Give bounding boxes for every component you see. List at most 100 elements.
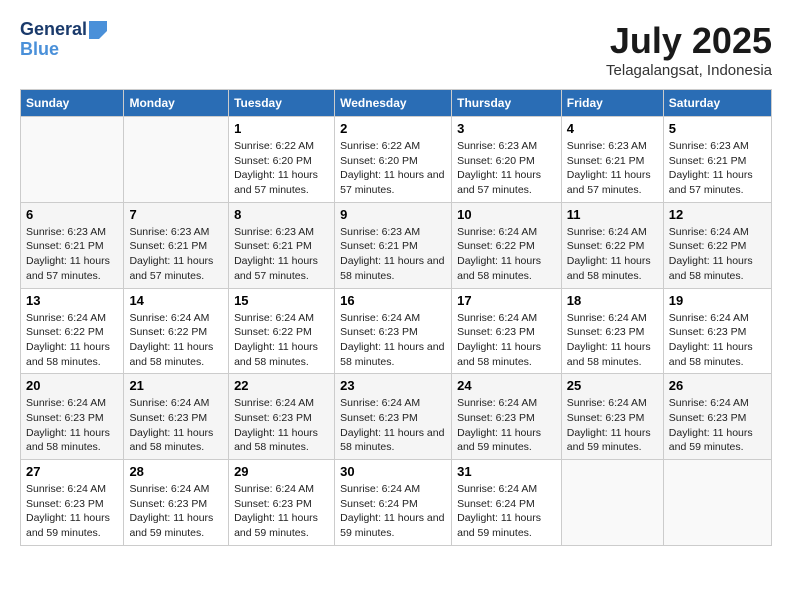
calendar-cell: 7Sunrise: 6:23 AMSunset: 6:21 PMDaylight… (124, 202, 229, 288)
logo: General Blue (20, 20, 107, 60)
calendar-cell: 19 Sunrise: 6:24 AMSunset: 6:23 PMDayligh… (663, 288, 771, 374)
day-info: Sunrise: 6:24 AMSunset: 6:24 PMDaylight:… (340, 482, 446, 541)
day-number: 27 (26, 464, 118, 479)
day-info: Sunrise: 6:22 AMSunset: 6:20 PMDaylight:… (234, 139, 329, 198)
day-number: 23 (340, 378, 446, 393)
day-number: 18 (567, 293, 658, 308)
day-header-thursday: Thursday (452, 90, 562, 117)
day-number: 29 (234, 464, 329, 479)
calendar-cell: 10Sunrise: 6:24 AMSunset: 6:22 PMDayligh… (452, 202, 562, 288)
calendar-cell: 28Sunrise: 6:24 AMSunset: 6:23 PMDayligh… (124, 460, 229, 546)
calendar-cell: 4 Sunrise: 6:23 AMSunset: 6:21 PMDaylight… (561, 117, 663, 203)
day-number: 21 (129, 378, 223, 393)
calendar-cell: 9 Sunrise: 6:23 AMSunset: 6:21 PMDaylight… (335, 202, 452, 288)
week-row-3: 13 Sunrise: 6:24 AMSunset: 6:22 PMDayligh… (21, 288, 772, 374)
logo-text-blue: Blue (20, 40, 59, 60)
day-number: 3 (457, 121, 556, 136)
day-info: Sunrise: 6:24 AMSunset: 6:23 PMDaylight:… (340, 396, 446, 455)
calendar-cell: 25Sunrise: 6:24 AMSunset: 6:23 PMDayligh… (561, 374, 663, 460)
day-info: Sunrise: 6:24 AMSunset: 6:22 PMDaylight:… (567, 225, 658, 284)
day-info: Sunrise: 6:24 AMSunset: 6:23 PMDaylight:… (26, 396, 118, 455)
day-header-tuesday: Tuesday (229, 90, 335, 117)
calendar-cell: 23 Sunrise: 6:24 AMSunset: 6:23 PMDayligh… (335, 374, 452, 460)
day-info: Sunrise: 6:24 AMSunset: 6:23 PMDaylight:… (26, 482, 118, 541)
day-header-sunday: Sunday (21, 90, 124, 117)
day-info: Sunrise: 6:23 AMSunset: 6:21 PMDaylight:… (669, 139, 766, 198)
week-row-1: 1Sunrise: 6:22 AMSunset: 6:20 PMDaylight… (21, 117, 772, 203)
calendar-cell: 22 Sunrise: 6:24 AMSunset: 6:23 PMDayligh… (229, 374, 335, 460)
day-number: 15 (234, 293, 329, 308)
day-number: 13 (26, 293, 118, 308)
calendar-cell: 6 Sunrise: 6:23 AMSunset: 6:21 PMDaylight… (21, 202, 124, 288)
week-row-4: 20 Sunrise: 6:24 AMSunset: 6:23 PMDayligh… (21, 374, 772, 460)
calendar-cell: 15 Sunrise: 6:24 AMSunset: 6:22 PMDayligh… (229, 288, 335, 374)
calendar-cell (124, 117, 229, 203)
day-number: 17 (457, 293, 556, 308)
calendar-cell: 16Sunrise: 6:24 AMSunset: 6:23 PMDayligh… (335, 288, 452, 374)
week-row-2: 6 Sunrise: 6:23 AMSunset: 6:21 PMDaylight… (21, 202, 772, 288)
day-info: Sunrise: 6:22 AMSunset: 6:20 PMDaylight:… (340, 139, 446, 198)
day-info: Sunrise: 6:23 AMSunset: 6:21 PMDaylight:… (234, 225, 329, 284)
calendar-cell: 18 Sunrise: 6:24 AMSunset: 6:23 PMDayligh… (561, 288, 663, 374)
day-number: 9 (340, 207, 446, 222)
day-number: 14 (129, 293, 223, 308)
calendar-cell: 12Sunrise: 6:24 AMSunset: 6:22 PMDayligh… (663, 202, 771, 288)
page-header: General Blue July 2025 Telagalangsat, In… (20, 20, 772, 79)
day-info: Sunrise: 6:23 AMSunset: 6:21 PMDaylight:… (567, 139, 658, 198)
day-header-friday: Friday (561, 90, 663, 117)
calendar-cell: 24 Sunrise: 6:24 AMSunset: 6:23 PMDayligh… (452, 374, 562, 460)
day-info: Sunrise: 6:23 AMSunset: 6:21 PMDaylight:… (26, 225, 118, 284)
day-info: Sunrise: 6:24 AMSunset: 6:22 PMDaylight:… (669, 225, 766, 284)
header-row: SundayMondayTuesdayWednesdayThursdayFrid… (21, 90, 772, 117)
day-number: 31 (457, 464, 556, 479)
week-row-5: 27 Sunrise: 6:24 AMSunset: 6:23 PMDayligh… (21, 460, 772, 546)
day-number: 30 (340, 464, 446, 479)
day-number: 19 (669, 293, 766, 308)
day-info: Sunrise: 6:24 AMSunset: 6:23 PMDaylight:… (567, 311, 658, 370)
day-info: Sunrise: 6:24 AMSunset: 6:22 PMDaylight:… (129, 311, 223, 370)
calendar-cell (561, 460, 663, 546)
calendar-cell: 3 Sunrise: 6:23 AMSunset: 6:20 PMDaylight… (452, 117, 562, 203)
calendar-cell: 20 Sunrise: 6:24 AMSunset: 6:23 PMDayligh… (21, 374, 124, 460)
calendar-cell: 26Sunrise: 6:24 AMSunset: 6:23 PMDayligh… (663, 374, 771, 460)
month-title: July 2025 (606, 20, 772, 62)
calendar-cell: 1Sunrise: 6:22 AMSunset: 6:20 PMDaylight… (229, 117, 335, 203)
logo-text-general: General (20, 20, 87, 40)
day-info: Sunrise: 6:24 AMSunset: 6:24 PMDaylight:… (457, 482, 556, 541)
day-number: 28 (129, 464, 223, 479)
day-info: Sunrise: 6:24 AMSunset: 6:23 PMDaylight:… (457, 396, 556, 455)
calendar-cell: 8Sunrise: 6:23 AMSunset: 6:21 PMDaylight… (229, 202, 335, 288)
day-info: Sunrise: 6:23 AMSunset: 6:20 PMDaylight:… (457, 139, 556, 198)
title-block: July 2025 Telagalangsat, Indonesia (606, 20, 772, 79)
day-info: Sunrise: 6:24 AMSunset: 6:23 PMDaylight:… (669, 311, 766, 370)
day-header-wednesday: Wednesday (335, 90, 452, 117)
day-number: 4 (567, 121, 658, 136)
logo-icon (89, 21, 107, 39)
calendar-cell: 27 Sunrise: 6:24 AMSunset: 6:23 PMDayligh… (21, 460, 124, 546)
day-number: 2 (340, 121, 446, 136)
day-header-saturday: Saturday (663, 90, 771, 117)
calendar-cell: 30 Sunrise: 6:24 AMSunset: 6:24 PMDayligh… (335, 460, 452, 546)
day-number: 22 (234, 378, 329, 393)
day-number: 20 (26, 378, 118, 393)
day-info: Sunrise: 6:24 AMSunset: 6:23 PMDaylight:… (567, 396, 658, 455)
day-number: 5 (669, 121, 766, 136)
day-number: 6 (26, 207, 118, 222)
calendar-cell: 11 Sunrise: 6:24 AMSunset: 6:22 PMDayligh… (561, 202, 663, 288)
calendar-cell: 17Sunrise: 6:24 AMSunset: 6:23 PMDayligh… (452, 288, 562, 374)
calendar-cell: 29 Sunrise: 6:24 AMSunset: 6:23 PMDayligh… (229, 460, 335, 546)
day-number: 11 (567, 207, 658, 222)
day-info: Sunrise: 6:23 AMSunset: 6:21 PMDaylight:… (340, 225, 446, 284)
day-info: Sunrise: 6:23 AMSunset: 6:21 PMDaylight:… (129, 225, 223, 284)
location: Telagalangsat, Indonesia (606, 62, 772, 79)
day-info: Sunrise: 6:24 AMSunset: 6:23 PMDaylight:… (234, 396, 329, 455)
day-number: 24 (457, 378, 556, 393)
calendar-cell (663, 460, 771, 546)
day-info: Sunrise: 6:24 AMSunset: 6:23 PMDaylight:… (234, 482, 329, 541)
day-info: Sunrise: 6:24 AMSunset: 6:22 PMDaylight:… (457, 225, 556, 284)
calendar-cell: 14 Sunrise: 6:24 AMSunset: 6:22 PMDayligh… (124, 288, 229, 374)
calendar-cell: 13Sunrise: 6:24 AMSunset: 6:22 PMDayligh… (21, 288, 124, 374)
calendar-table: SundayMondayTuesdayWednesdayThursdayFrid… (20, 89, 772, 546)
day-info: Sunrise: 6:24 AMSunset: 6:23 PMDaylight:… (340, 311, 446, 370)
day-info: Sunrise: 6:24 AMSunset: 6:22 PMDaylight:… (234, 311, 329, 370)
